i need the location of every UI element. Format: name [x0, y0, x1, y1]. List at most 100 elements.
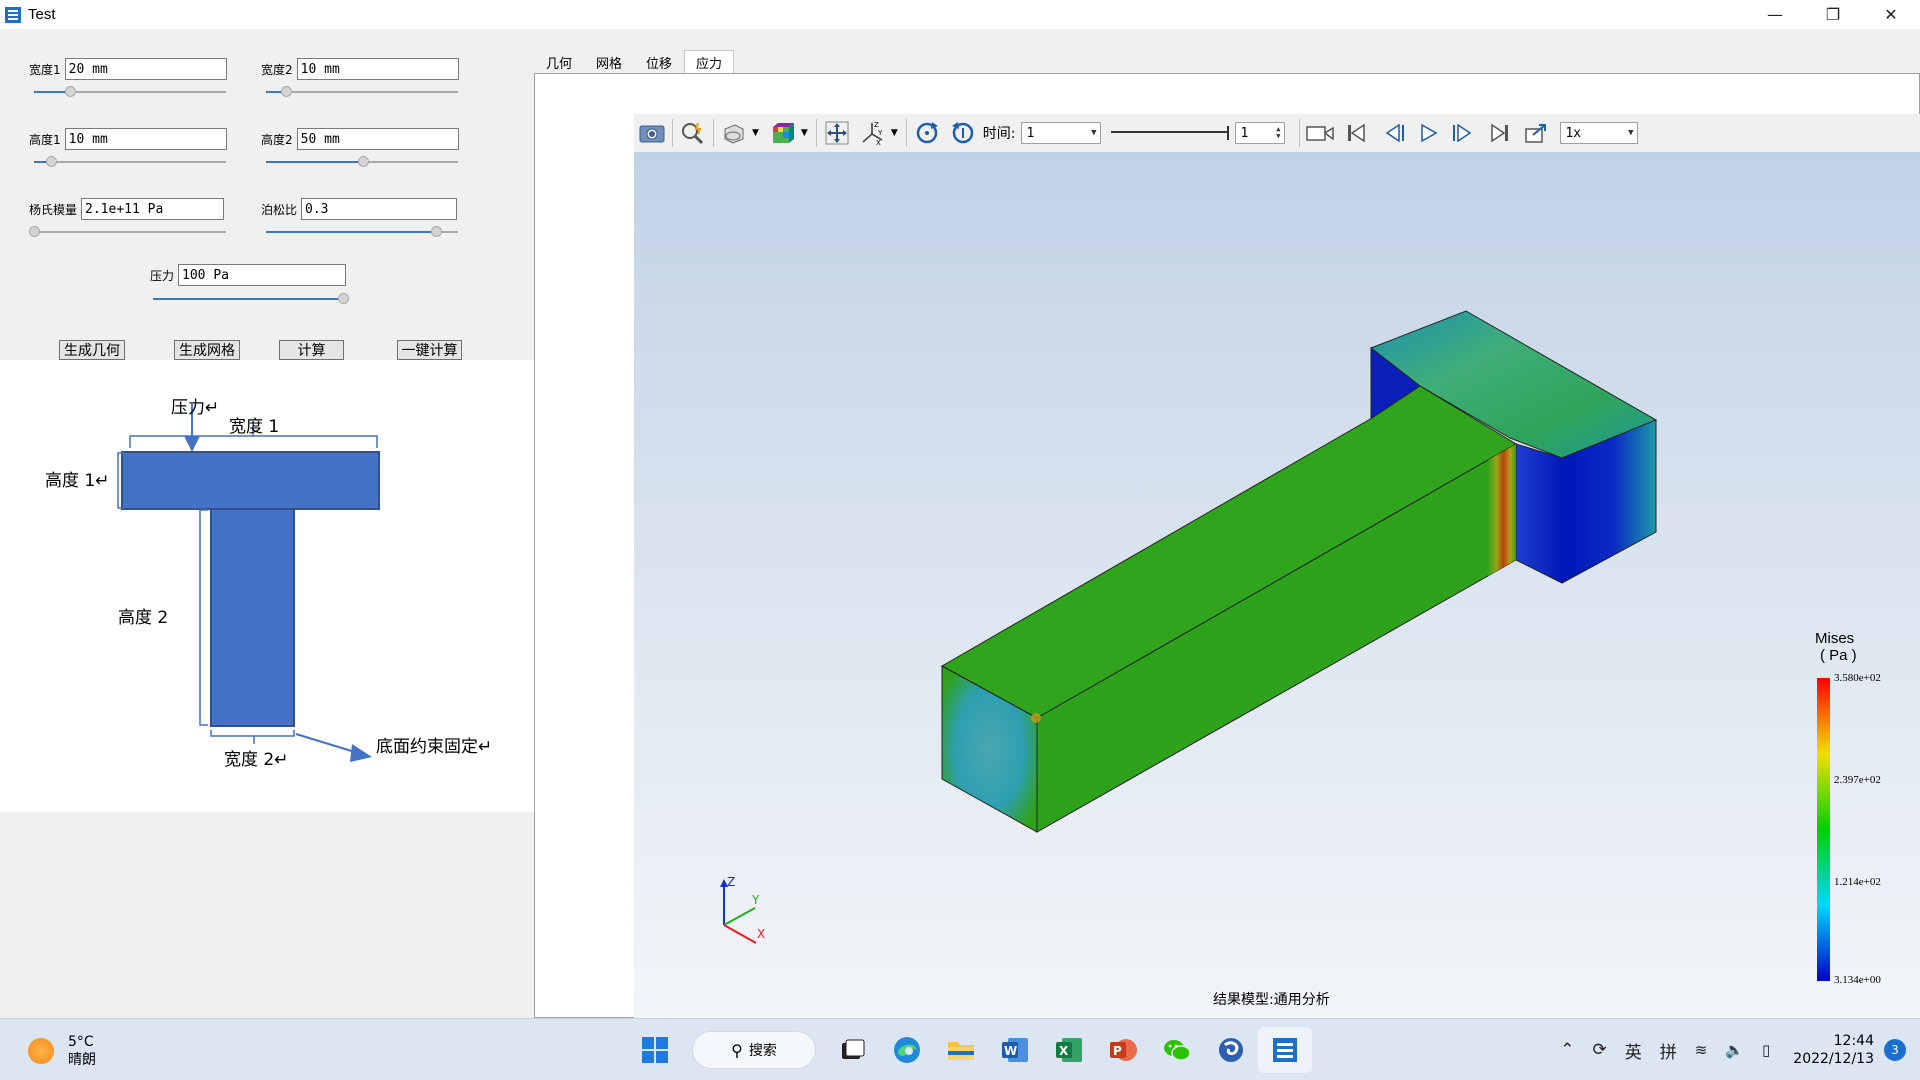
- playback-speed-select[interactable]: 1x ▼: [1560, 122, 1639, 144]
- weather-temperature: 5°C: [68, 1034, 94, 1050]
- diagram-height2-label: 高度 2: [118, 608, 168, 628]
- poisson-ratio-slider-thumb[interactable]: [431, 226, 442, 237]
- width1-input[interactable]: [64, 58, 227, 80]
- height2-slider[interactable]: [266, 156, 458, 168]
- youngs-modulus-input[interactable]: [81, 198, 225, 220]
- weather-widget[interactable]: 5°C 晴朗: [28, 1033, 96, 1069]
- display-mode-icon[interactable]: [765, 117, 801, 149]
- clock[interactable]: 12:44 2022/12/13: [1793, 1032, 1874, 1068]
- excel-button[interactable]: X: [1042, 1027, 1096, 1073]
- notification-badge[interactable]: 3: [1884, 1039, 1906, 1061]
- zoom-fit-icon[interactable]: [675, 117, 711, 149]
- ime-mode-pinyin[interactable]: 拼: [1660, 1038, 1677, 1063]
- test-app-icon: [1273, 1038, 1297, 1062]
- next-frame-icon[interactable]: [1446, 117, 1482, 149]
- one-click-compute-button[interactable]: 一键计算: [397, 340, 462, 360]
- tab-displacement[interactable]: 位移: [634, 50, 684, 74]
- height2-input[interactable]: [296, 128, 459, 150]
- taskbar-search[interactable]: ⚲ 搜索: [692, 1031, 816, 1069]
- last-frame-icon[interactable]: [1482, 117, 1518, 149]
- test-app-button[interactable]: [1258, 1027, 1312, 1073]
- youngs-modulus-slider[interactable]: [29, 226, 226, 238]
- start-button[interactable]: [628, 1027, 682, 1073]
- export-icon[interactable]: [1518, 117, 1554, 149]
- powerpoint-icon: P: [1110, 1039, 1137, 1061]
- time-select-chevron-down-icon: ▼: [1091, 128, 1097, 138]
- diagram-bottom-fixed-label: 底面约束固定↵: [376, 737, 492, 757]
- clip-plane-dropdown-icon[interactable]: ▼: [752, 128, 759, 138]
- height2-slider-thumb[interactable]: [358, 156, 369, 167]
- time-slider-handle[interactable]: [1227, 126, 1230, 140]
- file-explorer-button[interactable]: [934, 1027, 988, 1073]
- show-hidden-icons-chevron-up-icon[interactable]: ⌃: [1560, 1040, 1574, 1060]
- tab-stress[interactable]: 应力: [684, 50, 735, 74]
- battery-icon[interactable]: ▯: [1762, 1041, 1770, 1059]
- close-button[interactable]: ✕: [1862, 0, 1920, 29]
- camera-icon[interactable]: [634, 117, 670, 149]
- volume-icon[interactable]: 🔈: [1725, 1041, 1744, 1059]
- rotate-cw-icon[interactable]: [909, 117, 945, 149]
- frame-spinbox[interactable]: 1 ▲ ▼: [1235, 122, 1286, 144]
- compute-button[interactable]: 计算: [279, 340, 344, 360]
- play-icon[interactable]: [1410, 117, 1446, 149]
- width2-input[interactable]: [296, 58, 459, 80]
- edge-browser-button[interactable]: [880, 1027, 934, 1073]
- legend-color-bar: [1817, 678, 1830, 981]
- ime-mode-english[interactable]: 英: [1625, 1038, 1642, 1063]
- first-frame-icon[interactable]: [1338, 117, 1374, 149]
- 3d-viewport[interactable]: Z Y X Mises ( Pa ) 3.580e+02 2.397e+02 1…: [634, 152, 1920, 1018]
- sunny-weather-icon: [28, 1038, 54, 1064]
- weather-condition: 晴朗: [68, 1052, 96, 1068]
- svg-text:Z: Z: [874, 121, 879, 129]
- height1-input[interactable]: [64, 128, 227, 150]
- width2-brace: [210, 730, 295, 744]
- taskbar: 5°C 晴朗 ⚲ 搜索 W X P ⌃ ⟳ 英 拼 ≋ 🔈 ▯ 12:44 20…: [0, 1018, 1920, 1080]
- pressure-slider[interactable]: [153, 293, 349, 305]
- pressure-input[interactable]: [178, 264, 347, 286]
- time-label: 时间:: [982, 126, 1016, 142]
- view-orientation-dropdown-icon[interactable]: ▼: [891, 128, 898, 138]
- tab-geometry[interactable]: 几何: [534, 50, 584, 74]
- width1-slider[interactable]: [34, 86, 226, 98]
- record-video-icon[interactable]: [1302, 117, 1338, 149]
- rotate-ccw-icon[interactable]: [945, 117, 981, 149]
- task-view-button[interactable]: [826, 1027, 880, 1073]
- time-select[interactable]: 1 ▼: [1021, 122, 1102, 144]
- app-swirl-button[interactable]: [1204, 1027, 1258, 1073]
- spin-arrows-icon[interactable]: ▲ ▼: [1276, 126, 1280, 140]
- pan-icon[interactable]: [819, 117, 855, 149]
- previous-frame-icon[interactable]: [1374, 117, 1410, 149]
- restore-button[interactable]: ❐: [1804, 0, 1862, 29]
- generate-geometry-button[interactable]: 生成几何: [59, 340, 125, 360]
- windows-start-icon: [642, 1037, 668, 1063]
- excel-icon: X: [1056, 1038, 1082, 1062]
- width2-slider-thumb[interactable]: [281, 86, 292, 97]
- display-mode-dropdown-icon[interactable]: ▼: [801, 128, 808, 138]
- wechat-button[interactable]: [1150, 1027, 1204, 1073]
- result-model-status: 结果模型:通用分析: [1213, 992, 1330, 1008]
- tab-mesh[interactable]: 网格: [584, 50, 634, 74]
- playback-speed-value: 1x: [1565, 125, 1582, 141]
- poisson-ratio-param: 泊松比: [261, 198, 458, 220]
- pressure-arrow: [184, 436, 200, 452]
- powerpoint-button[interactable]: P: [1096, 1027, 1150, 1073]
- poisson-ratio-input[interactable]: [301, 198, 458, 220]
- minimize-button[interactable]: —: [1746, 0, 1804, 29]
- time-slider[interactable]: [1111, 126, 1230, 140]
- sync-icon[interactable]: ⟳: [1593, 1040, 1607, 1060]
- view-orientation-icon[interactable]: ZYX: [855, 117, 891, 149]
- generate-mesh-button[interactable]: 生成网格: [174, 340, 240, 360]
- clip-plane-icon[interactable]: [716, 117, 752, 149]
- word-button[interactable]: W: [988, 1027, 1042, 1073]
- height1-slider[interactable]: [34, 156, 226, 168]
- width1-label: 宽度1: [29, 62, 61, 77]
- width2-slider[interactable]: [266, 86, 458, 98]
- diagram-height1-label: 高度 1↵: [45, 471, 109, 491]
- poisson-ratio-slider[interactable]: [266, 226, 458, 238]
- height1-slider-thumb[interactable]: [46, 156, 57, 167]
- stress-model-svg: Z Y X: [720, 310, 1830, 981]
- width1-slider-thumb[interactable]: [65, 86, 76, 97]
- youngs-modulus-slider-thumb[interactable]: [29, 226, 40, 237]
- wifi-icon[interactable]: ≋: [1695, 1041, 1708, 1059]
- pressure-slider-thumb[interactable]: [338, 293, 349, 304]
